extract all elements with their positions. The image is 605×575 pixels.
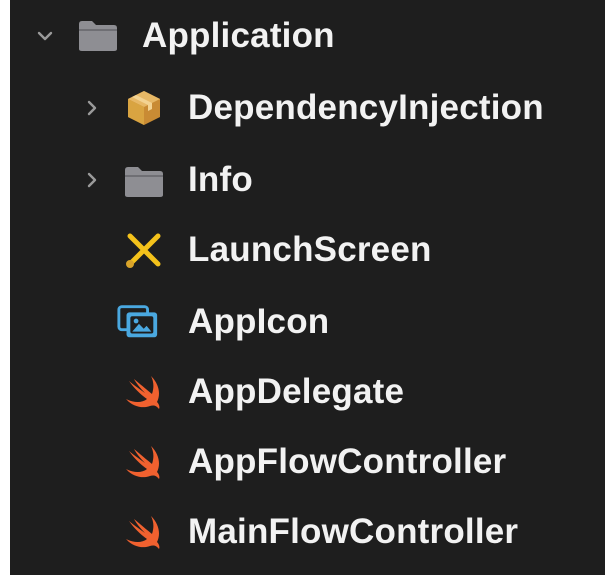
- swift-icon: [122, 372, 166, 412]
- chevron-right-icon[interactable]: [83, 171, 101, 189]
- folder-icon: [76, 16, 120, 56]
- tree-item-label: Application: [142, 16, 335, 55]
- project-navigator-panel: Application DependencyInjection Info Lau…: [10, 0, 605, 575]
- tree-item-application[interactable]: Application: [10, 6, 605, 66]
- chevron-down-icon[interactable]: [36, 27, 54, 45]
- storyboard-icon: [122, 230, 166, 270]
- swift-icon: [122, 442, 166, 482]
- tree-item-mainflowcontroller[interactable]: MainFlowController: [10, 502, 605, 562]
- asset-catalog-icon: [116, 302, 160, 342]
- tree-item-dependencyinjection[interactable]: DependencyInjection: [10, 78, 605, 138]
- tree-item-info[interactable]: Info: [10, 150, 605, 210]
- swift-icon: [122, 512, 166, 552]
- tree-item-label: AppIcon: [188, 302, 330, 341]
- tree-item-label: AppFlowController: [188, 442, 507, 481]
- tree-item-label: LaunchScreen: [188, 230, 432, 269]
- chevron-right-icon[interactable]: [83, 99, 101, 117]
- folder-icon: [122, 162, 166, 202]
- tree-item-appflowcontroller[interactable]: AppFlowController: [10, 432, 605, 492]
- tree-item-label: DependencyInjection: [188, 88, 544, 127]
- tree-item-launchscreen[interactable]: LaunchScreen: [10, 220, 605, 280]
- package-icon: [122, 88, 166, 128]
- tree-item-label: Info: [188, 160, 253, 199]
- tree-item-label: AppDelegate: [188, 372, 405, 411]
- tree-item-appicon[interactable]: AppIcon: [10, 292, 605, 352]
- tree-item-label: MainFlowController: [188, 512, 519, 551]
- tree-item-appdelegate[interactable]: AppDelegate: [10, 362, 605, 422]
- file-tree: Application DependencyInjection Info Lau…: [10, 0, 605, 575]
